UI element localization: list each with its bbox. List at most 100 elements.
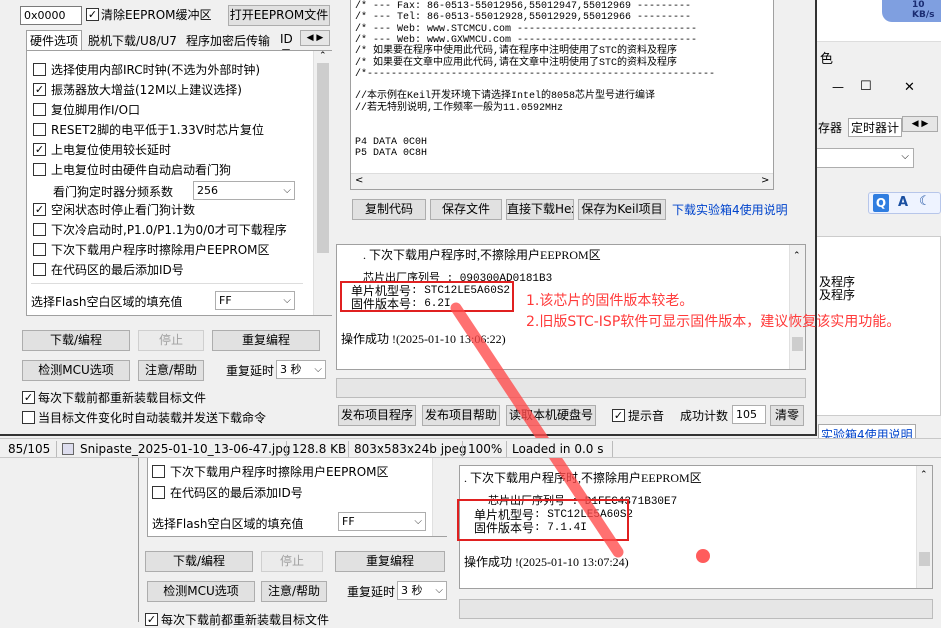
log-scrollbar[interactable]: ⌃ — [789, 245, 805, 369]
hw-option-label: 振荡器放大增益(12M以上建议选择) — [51, 83, 242, 97]
publish-project-button[interactable]: 发布项目程序 — [338, 405, 416, 426]
image-load-time: Loaded in 0.0 s — [512, 442, 604, 456]
watchdog-divider-select[interactable]: 256 ⌵ — [193, 181, 295, 200]
lower-reload-label: 每次下载前都重新装载目标文件 — [161, 613, 330, 627]
code-hscrollbar[interactable]: < > — [351, 173, 773, 189]
publish-help-button[interactable]: 发布项目帮助 — [422, 405, 500, 426]
hw-option-checkbox[interactable] — [33, 223, 46, 236]
ime-q-icon: Q — [873, 194, 889, 212]
lower-option-scrollbar[interactable] — [432, 458, 447, 536]
clear-count-button[interactable]: 清零 — [770, 405, 804, 426]
hw-option-checkbox[interactable] — [33, 63, 46, 76]
minimize-button[interactable]: — — [832, 80, 844, 94]
hw-option-label: 下次下载用户程序时擦除用户EEPROM区 — [51, 243, 270, 257]
open-eeprom-button[interactable]: 打开EEPROM文件 — [228, 5, 330, 26]
lower-detect-mcu-button[interactable]: 检测MCU选项 — [147, 581, 255, 602]
hw-option-checkbox[interactable] — [33, 263, 46, 276]
lower-retry-delay-label: 重复延时 — [347, 585, 396, 599]
hw-option-checkbox[interactable] — [33, 243, 46, 256]
image-index: 85/105 — [8, 442, 51, 456]
lower-erase-eeprom-checkbox[interactable] — [152, 465, 165, 478]
code-line: //若无特别说明,工作频率一般为11.0592MHz — [355, 102, 564, 114]
options-scrollbar[interactable]: ⌃ — [313, 51, 332, 315]
color-label: 色 — [820, 52, 834, 67]
tab-scroll[interactable]: ◀ ▶ — [902, 116, 938, 132]
annotation-line-1: 1.该芯片的固件版本较老。 — [526, 293, 694, 309]
hw-option-checkbox[interactable] — [33, 123, 46, 136]
clear-eeprom-label: 清除EEPROM缓冲区 — [101, 8, 212, 22]
lower-stop-button[interactable]: 停止 — [261, 551, 323, 572]
close-button[interactable]: ✕ — [904, 80, 915, 95]
clear-eeprom-checkbox[interactable]: ✓ — [86, 8, 99, 21]
status-sep — [506, 441, 507, 457]
lower-download-button[interactable]: 下载/编程 — [145, 551, 253, 572]
status-sep — [56, 441, 57, 457]
lower-flash-fill-select[interactable]: FF ⌵ — [338, 512, 426, 531]
hw-option-label: 复位脚用作I/O口 — [51, 103, 141, 117]
speed-badge: 10 KB/s — [912, 0, 935, 20]
eeprom-address-input[interactable]: 0x0000 — [20, 6, 82, 25]
lower-help-button[interactable]: 注意/帮助 — [261, 581, 327, 602]
save-file-button[interactable]: 保存文件 — [430, 199, 502, 220]
auto-reload-label: 当目标文件变化时自动装载并发送下载命令 — [38, 411, 267, 425]
code-line: /* --- Web: www.STCMCU.com -------------… — [355, 23, 698, 35]
status-sep — [286, 441, 287, 457]
tab-registers[interactable]: 存器 — [818, 119, 842, 136]
hw-option-checkbox[interactable] — [33, 163, 46, 176]
auto-reload-checkbox[interactable] — [22, 411, 35, 424]
lower-add-id-checkbox[interactable] — [152, 486, 165, 499]
lower-flash-fill-label: 选择Flash空白区域的填充值 — [152, 517, 304, 531]
hw-option-checkbox[interactable]: ✓ — [33, 143, 46, 156]
chevron-down-icon: ⌵ — [283, 185, 291, 196]
hw-option-label: 下次冷启动时,P1.0/P1.1为0/0才可下载程序 — [51, 223, 287, 237]
viewer-status-bar: 85/105 Snipaste_2025-01-10_13-06-47.jpg … — [0, 438, 941, 458]
tab-hardware-options[interactable]: 硬件选项 — [26, 30, 83, 50]
tab-timer[interactable]: 定时器计 — [848, 118, 903, 137]
retry-delay-label: 重复延时 — [226, 364, 275, 378]
copy-code-button[interactable]: 复制代码 — [352, 199, 426, 220]
read-disk-id-button[interactable]: 读取本机硬盘号 — [506, 405, 596, 426]
flash-fill-select[interactable]: FF ⌵ — [215, 291, 295, 310]
background-combo[interactable]: ⌵ — [816, 148, 914, 168]
lower-reload-checkbox[interactable]: ✓ — [145, 613, 158, 626]
ime-toolbar[interactable]: Q A ☾ — [868, 192, 941, 214]
ime-moon-icon: ☾ — [919, 194, 931, 209]
detect-mcu-button[interactable]: 检测MCU选项 — [22, 360, 130, 381]
log-highlight-box — [340, 281, 514, 312]
stop-button[interactable]: 停止 — [138, 330, 204, 351]
chevron-down-icon: ⌵ — [435, 585, 443, 596]
maximize-button[interactable]: ☐ — [860, 79, 872, 94]
hw-option-label: 上电复位使用较长延时 — [51, 143, 172, 157]
hw-option-label: 空闲状态时停止看门狗计数 — [51, 203, 196, 217]
image-dimensions: 803x583x24b jpeg — [354, 442, 467, 456]
retry-delay-select[interactable]: 3 秒 ⌵ — [276, 360, 326, 379]
tab-encrypted-transfer[interactable]: 程序加密后传输 — [186, 32, 270, 49]
help-button[interactable]: 注意/帮助 — [138, 360, 204, 381]
reprogram-button[interactable]: 重复编程 — [212, 330, 320, 351]
log-result: 操作成功 !(2025-01-10 13:06:22) — [341, 332, 506, 346]
hw-option-checkbox[interactable]: ✓ — [33, 203, 46, 216]
download-program-button[interactable]: 下载/编程 — [22, 330, 130, 351]
download-hex-button[interactable]: 直接下载Hex — [506, 199, 574, 220]
lower-erase-eeprom-label: 下次下载用户程序时擦除用户EEPROM区 — [170, 465, 389, 479]
code-vscrollbar[interactable] — [774, 0, 792, 188]
lower-log-scrollbar[interactable]: ⌃ — [916, 466, 932, 588]
lower-retry-delay-select[interactable]: 3 秒 ⌵ — [397, 581, 447, 600]
tab-offline-download[interactable]: 脱机下载/U8/U7 — [88, 32, 177, 49]
chevron-down-icon: ⌵ — [314, 364, 322, 375]
hw-option-checkbox[interactable] — [33, 103, 46, 116]
tab-scroll-buttons[interactable]: ◀ ▶ — [300, 30, 330, 46]
reload-before-download-checkbox[interactable]: ✓ — [22, 391, 35, 404]
ime-a-icon: A — [898, 195, 909, 210]
download-manual-link[interactable]: 下载实验箱4使用说明 — [672, 201, 788, 218]
background-window: 色 10 KB/s — ☐ ✕ 存器 定时器计 ◀ ▶ ⌵ Q A ☾ 及程序 … — [812, 0, 941, 450]
image-filename: Snipaste_2025-01-10_13-06-47.jpg — [80, 442, 291, 456]
chevron-down-icon: ⌵ — [414, 516, 422, 527]
save-keil-project-button[interactable]: 保存为Keil项目 — [578, 199, 666, 220]
code-line: /* --- Tel: 86-0513-55012928,55012929,55… — [355, 12, 692, 24]
success-count-input[interactable]: 105 — [732, 405, 766, 424]
beep-label: 提示音 — [628, 409, 665, 423]
lower-reprogram-button[interactable]: 重复编程 — [335, 551, 445, 572]
hw-option-checkbox[interactable]: ✓ — [33, 83, 46, 96]
beep-checkbox[interactable]: ✓ — [612, 409, 625, 422]
